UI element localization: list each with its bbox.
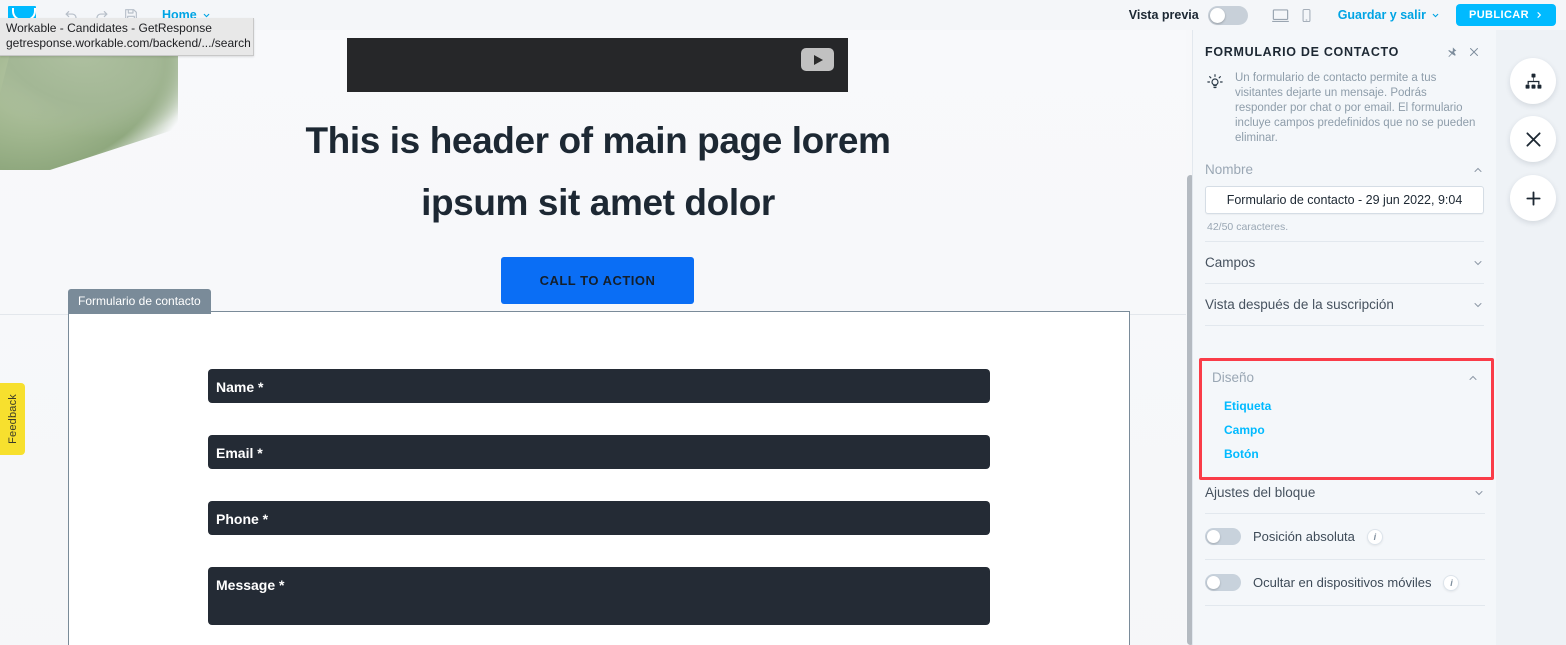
browser-status-tooltip: Workable - Candidates - GetResponse getr…: [0, 18, 254, 56]
posicion-absoluta-label: Posición absoluta: [1253, 529, 1355, 544]
tooltip-url: getresponse.workable.com/backend/.../sea…: [6, 36, 251, 50]
info-icon[interactable]: i: [1366, 528, 1383, 545]
design-link-boton[interactable]: Botón: [1224, 442, 1491, 466]
feedback-label: Feedback: [6, 394, 19, 444]
tooltip-title: Workable - Candidates - GetResponse: [6, 21, 212, 35]
panel-tail: Ajustes del bloque Posición absoluta i O…: [1193, 472, 1497, 606]
section-ajustes-bloque-label: Ajustes del bloque: [1205, 485, 1316, 500]
message-field[interactable]: Message *: [208, 567, 990, 625]
chevron-down-icon: [1473, 487, 1485, 499]
publish-button[interactable]: PUBLICAR: [1455, 4, 1556, 26]
design-link-etiqueta[interactable]: Etiqueta: [1224, 394, 1491, 418]
name-input-wrap: [1193, 186, 1496, 214]
properties-panel: FORMULARIO DE CONTACTO Un formulario de …: [1192, 30, 1496, 645]
info-icon[interactable]: i: [1443, 574, 1460, 591]
desktop-icon[interactable]: [1268, 0, 1294, 30]
add-icon[interactable]: [1510, 175, 1556, 221]
lightbulb-icon: [1205, 72, 1225, 146]
publish-label: PUBLICAR: [1468, 9, 1529, 21]
chevron-down-icon: [1472, 257, 1484, 269]
toolbar-right: Vista previa Guardar y salir PUBLICAR: [1129, 0, 1566, 30]
play-icon[interactable]: [801, 48, 834, 71]
chevron-up-icon: [1472, 164, 1484, 176]
section-vista-suscripcion-label: Vista después de la suscripción: [1205, 297, 1394, 312]
close-icon[interactable]: [1510, 116, 1556, 162]
section-campos-label: Campos: [1205, 255, 1256, 270]
contact-form-block[interactable]: Name * Email * Phone * Message * Send me…: [68, 311, 1130, 645]
posicion-absoluta-toggle[interactable]: [1205, 528, 1241, 545]
right-rail: [1496, 30, 1566, 645]
name-field[interactable]: Name *: [208, 369, 990, 403]
ocultar-moviles-label: Ocultar en dispositivos móviles: [1253, 575, 1432, 590]
page-title[interactable]: This is header of main page lorem ipsum …: [288, 110, 908, 234]
panel-tip: Un formulario de contacto permite a tus …: [1193, 59, 1496, 146]
section-diseno-header[interactable]: Diseño: [1202, 361, 1491, 391]
panel-header: FORMULARIO DE CONTACTO: [1193, 30, 1496, 59]
panel-close-icon[interactable]: [1468, 46, 1480, 58]
app-root: This is header of main page lorem ipsum …: [0, 0, 1566, 645]
panel-tip-text: Un formulario de contacto permite a tus …: [1235, 72, 1476, 144]
design-link-campo[interactable]: Campo: [1224, 418, 1491, 442]
section-nombre-label: Nombre: [1205, 162, 1254, 177]
row-posicion-absoluta: Posición absoluta i: [1205, 514, 1485, 560]
phone-field[interactable]: Phone *: [208, 501, 990, 535]
row-ocultar-moviles: Ocultar en dispositivos móviles i: [1205, 560, 1485, 606]
save-and-exit-menu[interactable]: Guardar y salir: [1338, 8, 1440, 22]
section-vista-suscripcion[interactable]: Vista después de la suscripción: [1205, 284, 1484, 326]
section-diseno-label: Diseño: [1212, 370, 1255, 385]
save-and-exit-label: Guardar y salir: [1337, 8, 1426, 22]
chevron-down-icon: [1472, 299, 1484, 311]
form-name-input[interactable]: [1205, 186, 1484, 214]
section-ajustes-bloque[interactable]: Ajustes del bloque: [1205, 472, 1485, 514]
feedback-tab[interactable]: Feedback: [0, 383, 25, 455]
chevron-up-icon: [1467, 372, 1479, 384]
form-block-tab[interactable]: Formulario de contacto: [68, 289, 211, 314]
design-links: Etiqueta Campo Botón: [1202, 391, 1491, 477]
preview-label: Vista previa: [1128, 8, 1199, 22]
character-counter: 42/50 caracteres.: [1207, 221, 1289, 233]
section-campos[interactable]: Campos: [1205, 242, 1484, 284]
email-field[interactable]: Email *: [208, 435, 990, 469]
video-block[interactable]: [347, 38, 848, 92]
mobile-icon[interactable]: [1294, 0, 1320, 30]
preview-toggle[interactable]: [1207, 5, 1248, 25]
section-diseno-highlighted: Diseño Etiqueta Campo Botón: [1199, 358, 1494, 480]
pin-icon[interactable]: [1445, 46, 1458, 59]
landing-page-preview: This is header of main page lorem ipsum …: [0, 30, 1190, 645]
call-to-action-button[interactable]: CALL TO ACTION: [501, 257, 694, 304]
section-nombre[interactable]: Nombre: [1205, 150, 1484, 186]
ocultar-moviles-toggle[interactable]: [1205, 574, 1241, 591]
sitemap-icon[interactable]: [1510, 58, 1556, 104]
panel-title: FORMULARIO DE CONTACTO: [1205, 45, 1400, 59]
editor-canvas[interactable]: This is header of main page lorem ipsum …: [0, 30, 1195, 645]
